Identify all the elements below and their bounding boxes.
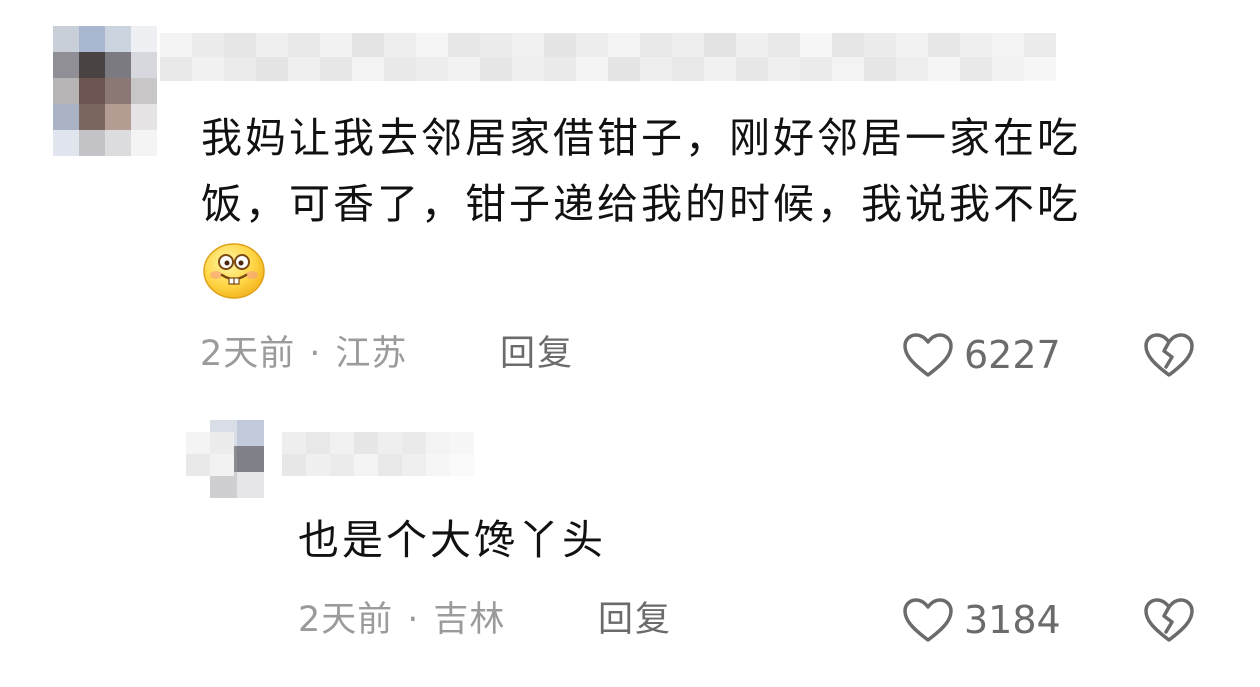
heart-outline-icon[interactable] bbox=[902, 332, 954, 378]
comment-time: 2天前 bbox=[298, 600, 394, 640]
comment-location: 江苏 bbox=[335, 334, 408, 374]
comment-text-line-1: 也是个大馋丫头 bbox=[298, 516, 606, 564]
comment-text-line-1: 我妈让我去邻居家借钳子，刚好邻居一家在吃 bbox=[201, 114, 1081, 162]
comment-text-line-2: 饭，可香了，钳子递给我的时候，我说我不吃 bbox=[201, 180, 1081, 228]
comment-location: 吉林 bbox=[433, 600, 506, 640]
username[interactable] bbox=[160, 33, 1056, 81]
reply-comment-item: 也是个大馋丫头 2天前 · 吉林 回复 3184 bbox=[0, 400, 1260, 687]
comment-meta: 2天前 · 江苏 bbox=[200, 334, 407, 374]
reply-button[interactable]: 回复 bbox=[598, 600, 672, 640]
like-count: 6227 bbox=[964, 333, 1061, 377]
comment-time: 2天前 bbox=[200, 334, 296, 374]
comment-item: 我妈让我去邻居家借钳子，刚好邻居一家在吃 饭，可香了，钳子递给我的时候，我说我不… bbox=[0, 0, 1260, 400]
avatar[interactable] bbox=[53, 26, 157, 156]
heart-outline-icon[interactable] bbox=[902, 597, 954, 643]
meta-separator: · bbox=[407, 600, 420, 640]
meta-separator: · bbox=[309, 334, 322, 374]
reply-button[interactable]: 回复 bbox=[500, 334, 574, 374]
broken-heart-icon[interactable] bbox=[1142, 596, 1196, 644]
drooling-smile-emoji-icon bbox=[202, 242, 266, 300]
broken-heart-icon[interactable] bbox=[1142, 331, 1196, 379]
username[interactable] bbox=[186, 432, 474, 476]
like-count: 3184 bbox=[964, 598, 1061, 642]
comment-meta: 2天前 · 吉林 bbox=[298, 600, 505, 640]
